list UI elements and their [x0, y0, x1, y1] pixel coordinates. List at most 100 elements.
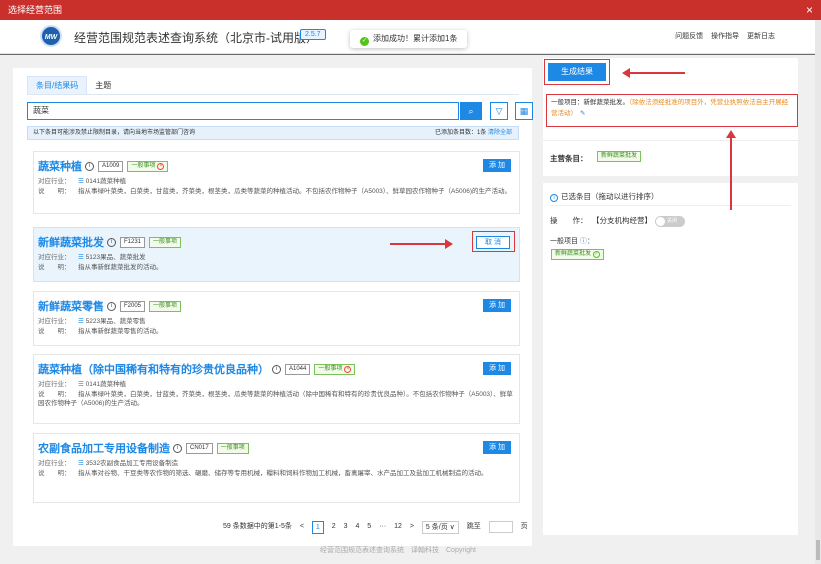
branch-toggle[interactable]: 关闭	[655, 215, 685, 227]
link-changelog[interactable]: 更新日志	[747, 33, 775, 40]
pager-prev[interactable]: <	[300, 520, 304, 534]
card-code: F2005	[120, 300, 146, 312]
link-feedback[interactable]: 问题反馈	[675, 33, 703, 40]
card-name[interactable]: 新鲜蔬菜批发	[38, 237, 104, 249]
card-description: 说 明： 指从事绿叶菜类，白菜类，甘蓝类，芥菜类，根茎类，瓜类等蔬菜的种植活动。不…	[38, 187, 516, 196]
grid-icon[interactable]: ▦	[515, 102, 533, 120]
category-tag: 一般事项	[149, 236, 182, 248]
close-icon[interactable]: ×	[806, 0, 813, 20]
main-entry-label: 主营条目：	[550, 154, 588, 163]
card-industry: 对应行业： ☰ 0141蔬菜种植	[38, 177, 516, 186]
industry-key: 对应行业：	[38, 318, 71, 325]
add-button[interactable]: 添 加	[483, 299, 511, 312]
card-name[interactable]: 蔬菜种植	[38, 161, 82, 173]
desc-key: 说 明：	[38, 264, 71, 271]
pager-page-3[interactable]: 3	[344, 520, 348, 534]
card-industry: 对应行业： ☰ 5123果品、蔬菜批发	[38, 253, 516, 262]
pager-summary: 59 条数据中的第1-5条	[223, 523, 292, 530]
help-icon[interactable]: ⓘ	[580, 238, 587, 245]
tag-label: 一般事项	[318, 365, 343, 372]
desc-key: 说 明：	[38, 391, 71, 398]
generated-result: 一般项目：新鲜蔬菜批发。（除依法须经批准的项目外，凭营业执照依法自主开展经营活动…	[546, 94, 798, 127]
info-icon[interactable]: i	[85, 161, 94, 171]
desc-key: 说 明：	[38, 188, 71, 195]
card-title-row: 蔬菜种植（除中国稀有和特有的珍贵优良品种） i A1044 一般事项 ×	[38, 361, 356, 377]
clear-all-link[interactable]: 清除全部	[488, 130, 512, 136]
restrict-icon: ×	[344, 365, 352, 373]
cancel-button[interactable]: 取 消	[476, 236, 510, 249]
annotation-arrow-right	[390, 239, 453, 249]
pager-next[interactable]: >	[410, 520, 414, 534]
pager-page-12[interactable]: 12	[394, 520, 402, 534]
window-titlebar: 选择经营范围 ×	[0, 0, 821, 20]
operation-row: 操 作： 【分支机构经营】 关闭	[550, 215, 685, 227]
industry-key: 对应行业：	[38, 254, 71, 261]
list-icon: ☰	[78, 318, 84, 325]
page-size-select[interactable]: 5 条/页 ∨	[421, 520, 459, 534]
main-entry-tag[interactable]: 新鲜蔬菜批发	[597, 151, 642, 162]
general-prefix: 一般项目：新鲜蔬菜批发。	[551, 99, 629, 106]
card-industry: 对应行业： ☰ 3532农副食品加工专用设备制造	[38, 459, 516, 468]
search-row: 蔬菜 ⌕ ▽ ▦	[27, 102, 535, 120]
info-icon[interactable]: i	[173, 443, 182, 453]
added-value: 1条	[476, 130, 487, 136]
filter-icon[interactable]: ▽	[490, 102, 508, 120]
search-icon[interactable]: ⌕	[460, 102, 482, 120]
scrollbar[interactable]	[815, 20, 821, 564]
tab-theme[interactable]: 主题	[87, 77, 119, 95]
card-code: A1009	[98, 160, 124, 172]
pager-ellipsis[interactable]: ···	[379, 520, 386, 534]
card-name[interactable]: 新鲜蔬菜零售	[38, 301, 104, 313]
search-input[interactable]: 蔬菜	[27, 102, 459, 120]
card-code: A1044	[285, 363, 311, 375]
pager-page-4[interactable]: 4	[355, 520, 359, 534]
tag-label: 一般事项	[131, 162, 156, 169]
add-button[interactable]: 添 加	[483, 362, 511, 375]
edit-icon[interactable]: ✎	[580, 110, 585, 117]
generate-button[interactable]: 生成结果	[548, 63, 606, 81]
selected-item[interactable]: 新鲜蔬菜批发 ✓	[551, 249, 605, 260]
selected-title-text: 已选条目（拖动以进行排序）	[561, 192, 659, 201]
industry-key: 对应行业：	[38, 381, 71, 388]
selected-tag-label: 新鲜蔬菜批发	[555, 251, 592, 257]
result-card: 农副食品加工专用设备制造 i CN017 一般事项 添 加 对应行业： ☰ 3532农副…	[33, 433, 520, 503]
card-name[interactable]: 农副食品加工专用设备制造	[38, 443, 170, 455]
pager-page-2[interactable]: 2	[332, 520, 336, 534]
info-icon[interactable]: i	[272, 364, 281, 374]
toast-message: 添加成功！累计添加1条	[373, 34, 458, 43]
desc-key: 说 明：	[38, 470, 71, 477]
add-button[interactable]: 添 加	[483, 441, 511, 454]
category-tag: 一般事项	[149, 300, 182, 312]
info-icon[interactable]: i	[107, 237, 116, 247]
card-industry: 对应行业： ☰ 5223果品、蔬菜零售	[38, 317, 516, 326]
result-card: 蔬菜种植 i A1009 一般事项 × 添 加 对应行业： ☰ 0141蔬菜种植 说 明：…	[33, 151, 520, 214]
card-description: 说 明： 指从事对谷物、干豆类等农作物的筛选、碾磨、储存等专用机械，糧料和饲料作物…	[38, 469, 516, 478]
list-icon: ☰	[78, 178, 84, 185]
add-button[interactable]: 添 加	[483, 159, 511, 172]
version-badge: 2.5.7	[300, 29, 326, 40]
result-card: 新鲜蔬菜零售 i F2005 一般事项 添 加 对应行业： ☰ 5223果品、蔬菜零售 …	[33, 291, 520, 346]
jump-input[interactable]	[488, 521, 513, 533]
card-name[interactable]: 蔬菜种植（除中国稀有和特有的珍贵优良品种）	[38, 364, 269, 376]
info-icon[interactable]: i	[107, 301, 116, 311]
operation-label: 操 作：	[550, 216, 588, 225]
card-code: CN017	[186, 442, 213, 454]
desc-value: 指从事新鲜蔬菜零售的活动。	[78, 328, 163, 335]
pager-page-5[interactable]: 5	[367, 520, 371, 534]
tab-bar: 条目/结果码 主题	[27, 76, 119, 94]
scrollbar-thumb[interactable]	[816, 540, 820, 560]
industry-key: 对应行业：	[38, 460, 71, 467]
list-icon: ☰	[78, 460, 84, 467]
added-label: 已添加条目数：	[434, 130, 477, 136]
operation-value: 【分支机构经营】	[592, 216, 652, 225]
selected-tag[interactable]: 新鲜蔬菜批发 ✓	[551, 249, 605, 260]
pager-page-1[interactable]: 1	[311, 520, 324, 534]
general-colon: ：	[586, 238, 594, 245]
notice-bar: 以下条目可能涉及禁止限制目录，请向当地市场监管部门咨询 已添加条目数：1条 清除…	[27, 126, 519, 140]
link-guide[interactable]: 操作指导	[711, 33, 739, 40]
list-icon: ☰	[78, 381, 84, 388]
category-tag: 一般事项 ×	[314, 363, 356, 375]
jump-label: 跳至	[466, 523, 481, 530]
tab-entry-code[interactable]: 条目/结果码	[27, 76, 88, 94]
search-panel: 条目/结果码 主题 蔬菜 ⌕ ▽ ▦ 以下条目可能涉及禁止限制目录，请向当地市场监…	[13, 68, 535, 546]
